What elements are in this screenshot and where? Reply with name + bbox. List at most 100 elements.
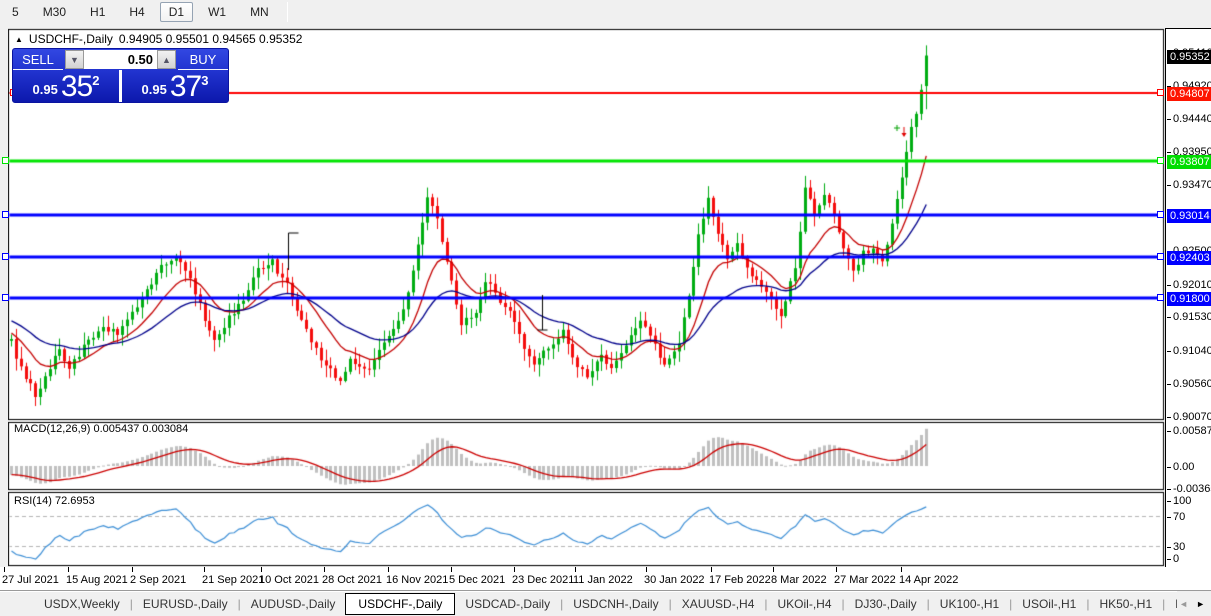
price-badge-0.93014: 0.93014 [1167, 209, 1211, 223]
price-axis-tick: 0.90560 [1173, 378, 1211, 390]
price-axis-tick: 0.90070 [1173, 411, 1211, 423]
buy-button[interactable]: BUY [178, 49, 228, 70]
chart-tab-audusddaily[interactable]: AUDUSD-,Daily [241, 593, 346, 615]
axis-tick-mark [1167, 501, 1171, 502]
axis-tick-mark [1167, 559, 1171, 560]
date-tick-mark [514, 567, 515, 572]
chart-tab-eurusddaily[interactable]: EURUSD-,Daily [133, 593, 238, 615]
date-label: 8 Mar 2022 [771, 574, 827, 586]
buy-price-sup: 3 [201, 73, 208, 88]
date-tick-mark [204, 567, 205, 572]
price-badge-0.94807: 0.94807 [1167, 87, 1211, 101]
date-tick-mark [773, 567, 774, 572]
date-label: 30 Jan 2022 [644, 574, 705, 586]
timeframe-button-m30[interactable]: M30 [34, 2, 75, 22]
price-axis-tick: 0.93470 [1173, 179, 1211, 191]
axis-tick-mark [1167, 431, 1171, 432]
chart-title-bar: ▲ USDCHF-,Daily 0.94905 0.95501 0.94565 … [15, 32, 302, 46]
date-tick-mark [388, 567, 389, 572]
timeframe-button-h1[interactable]: H1 [81, 2, 114, 22]
axis-tick-mark [1167, 152, 1171, 153]
timeframe-button-w1[interactable]: W1 [199, 2, 235, 22]
hline-anchor-0.93807[interactable] [1157, 157, 1164, 164]
date-tick-mark [901, 567, 902, 572]
timeframe-button-5[interactable]: 5 [3, 2, 28, 22]
axis-tick-mark [1167, 517, 1171, 518]
date-label: 27 Mar 2022 [834, 574, 896, 586]
price-badge-0.95352: 0.95352 [1167, 50, 1211, 64]
date-tick-mark [132, 567, 133, 572]
timeframe-button-h4[interactable]: H4 [120, 2, 153, 22]
hline-anchor-0.94807[interactable] [1157, 89, 1164, 96]
macd-axis-tick: 0.00587 [1173, 425, 1211, 437]
axis-tick-mark [1167, 384, 1171, 385]
chart-tab-hk50h1[interactable]: HK50-,H1 [1089, 593, 1162, 615]
hline-anchor-0.92403[interactable] [2, 253, 9, 260]
rsi-axis-tick: 100 [1173, 495, 1191, 507]
date-label: 11 Jan 2022 [573, 574, 633, 586]
volume-stepper: ▼ 0.50 ▲ [63, 49, 178, 70]
macd-axis-tick: 0.00 [1173, 461, 1194, 473]
chart-tab-usdxweekly[interactable]: USDX,Weekly [34, 593, 130, 615]
date-tick-mark [646, 567, 647, 572]
chart-tab-dj30daily[interactable]: DJ30-,Daily [845, 593, 927, 615]
timeframe-button-d1[interactable]: D1 [160, 2, 193, 22]
buy-price-small: 0.95 [142, 80, 167, 100]
sell-price-small: 0.95 [33, 80, 58, 100]
tab-scroll-right-icon[interactable]: ► [1196, 599, 1205, 609]
one-click-trade-panel: SELL ▼ 0.50 ▲ BUY 0.95 35 2 0.95 37 3 [12, 48, 229, 103]
axis-tick-mark [1167, 119, 1171, 120]
date-axis: 27 Jul 202115 Aug 20212 Sep 202121 Sep 2… [0, 567, 1211, 590]
chart-tab-usdcaddaily[interactable]: USDCAD-,Daily [455, 593, 560, 615]
hline-anchor-0.93807[interactable] [2, 157, 9, 164]
chart-tab-bar: USDX,Weekly|EURUSD-,Daily|AUDUSD-,DailyU… [0, 590, 1211, 616]
hline-anchor-0.918[interactable] [2, 294, 9, 301]
price-axis-tick: 0.94440 [1173, 113, 1211, 125]
chart-tab-usdchfdaily[interactable]: USDCHF-,Daily [345, 593, 455, 615]
axis-tick-mark [1167, 185, 1171, 186]
toolbar-separator [287, 2, 288, 22]
collapse-panel-icon[interactable]: ▲ [15, 35, 23, 44]
chart-canvas[interactable] [8, 28, 1165, 568]
price-axis-tick: 0.92010 [1173, 279, 1211, 291]
volume-decrease-button[interactable]: ▼ [65, 50, 84, 69]
chart-tab-usdcnhdaily[interactable]: USDCNH-,Daily [563, 593, 668, 615]
date-tick-mark [575, 567, 576, 572]
timeframe-button-mn[interactable]: MN [241, 2, 278, 22]
tab-scroll-left-icon[interactable]: ◄ [1179, 599, 1188, 609]
rsi-axis-tick: 30 [1173, 541, 1185, 553]
date-label: 15 Aug 2021 [66, 574, 128, 586]
hline-anchor-0.93014[interactable] [2, 211, 9, 218]
chart-tab-ukoilh4[interactable]: UKOil-,H4 [768, 593, 842, 615]
date-label: 16 Nov 2021 [386, 574, 448, 586]
date-label: 17 Feb 2022 [709, 574, 771, 586]
sell-price-big: 35 [61, 74, 92, 100]
date-label: 27 Jul 2021 [2, 574, 59, 586]
hline-anchor-0.918[interactable] [1157, 294, 1164, 301]
chart-tab-usoilh1[interactable]: USOil-,H1 [1012, 593, 1086, 615]
date-label: 28 Oct 2021 [322, 574, 382, 586]
buy-price-button[interactable]: 0.95 37 3 [122, 70, 228, 102]
hline-anchor-0.93014[interactable] [1157, 211, 1164, 218]
date-tick-mark [324, 567, 325, 572]
axis-tick-mark [1167, 467, 1171, 468]
date-label: 5 Dec 2021 [449, 574, 505, 586]
macd-axis-tick: -0.003659 [1173, 483, 1211, 495]
volume-input[interactable]: 0.50 [84, 50, 157, 69]
rsi-axis-tick: 0 [1173, 553, 1179, 565]
axis-tick-mark [1167, 351, 1171, 352]
axis-tick-mark [1167, 285, 1171, 286]
sell-button[interactable]: SELL [13, 49, 63, 70]
sell-price-button[interactable]: 0.95 35 2 [13, 70, 119, 102]
date-label: 10 Oct 2021 [259, 574, 319, 586]
volume-increase-button[interactable]: ▲ [157, 50, 176, 69]
rsi-indicator-label: RSI(14) 72.6953 [14, 495, 95, 507]
chart-tab-uk100h1[interactable]: UK100-,H1 [930, 593, 1009, 615]
hline-anchor-0.92403[interactable] [1157, 253, 1164, 260]
date-tick-mark [261, 567, 262, 572]
axis-tick-mark [1167, 417, 1171, 418]
chart-tab-xauusdh4[interactable]: XAUUSD-,H4 [672, 593, 765, 615]
date-tick-mark [68, 567, 69, 572]
axis-tick-mark [1167, 317, 1171, 318]
date-label: 21 Sep 2021 [202, 574, 264, 586]
